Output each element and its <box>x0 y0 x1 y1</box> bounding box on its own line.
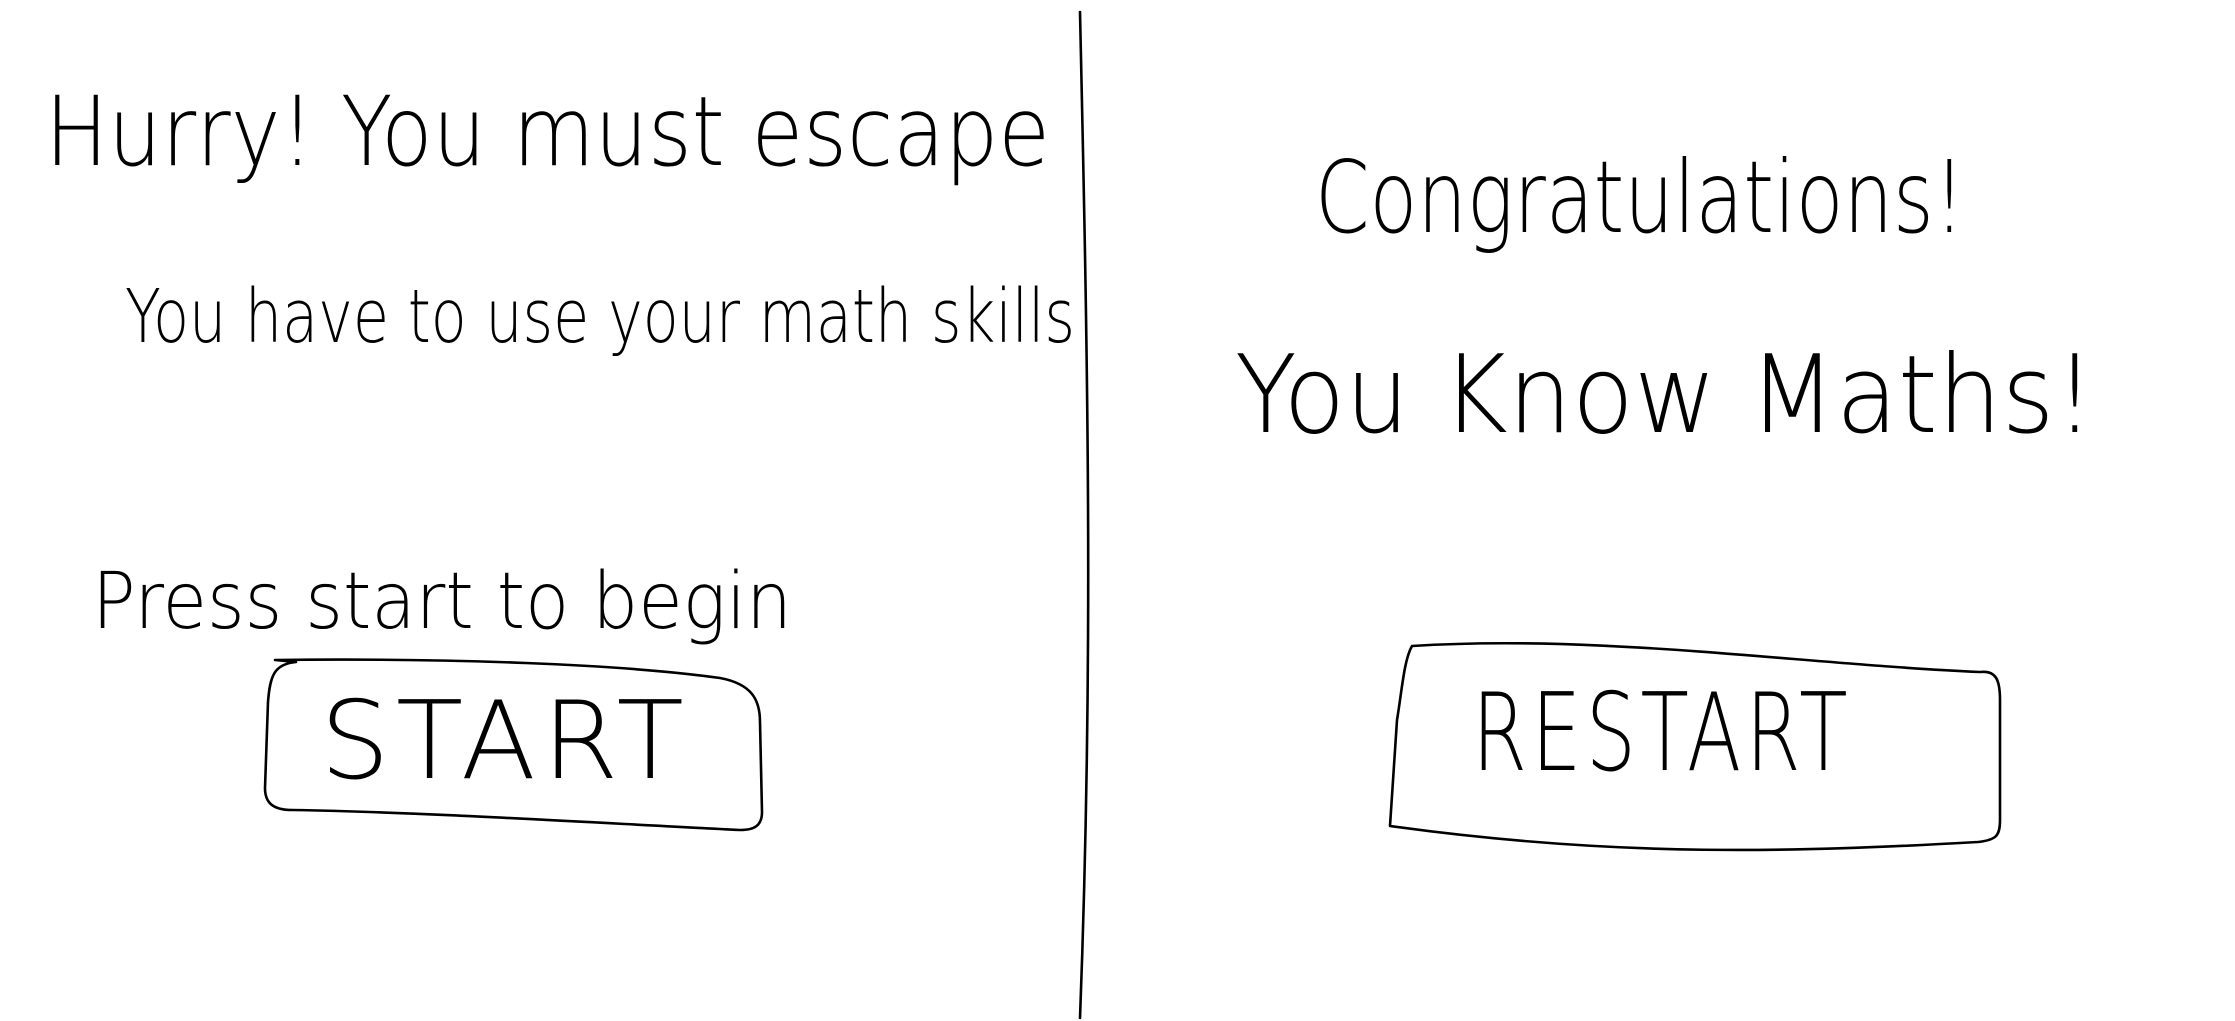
restart-button-label: RESTART <box>1472 671 1852 796</box>
panel-divider <box>1078 10 1090 1020</box>
win-subheading: You Know Maths! <box>1235 333 2095 458</box>
start-button-label: START <box>320 679 690 804</box>
start-screen: Hurry! You must escape You have to use y… <box>45 76 1075 832</box>
start-subheading: You have to use your math skills <box>125 274 1075 360</box>
win-screen: Congratulations! You Know Maths! RESTART <box>1235 139 2095 852</box>
win-heading: Congratulations! <box>1315 139 1965 256</box>
start-heading: Hurry! You must escape <box>45 76 1050 188</box>
start-button[interactable]: START <box>263 658 764 832</box>
wireframe-sketch: Hurry! You must escape You have to use y… <box>45 10 2095 1020</box>
restart-button[interactable]: RESTART <box>1388 641 2002 852</box>
start-instruction: Press start to begin <box>92 557 792 647</box>
